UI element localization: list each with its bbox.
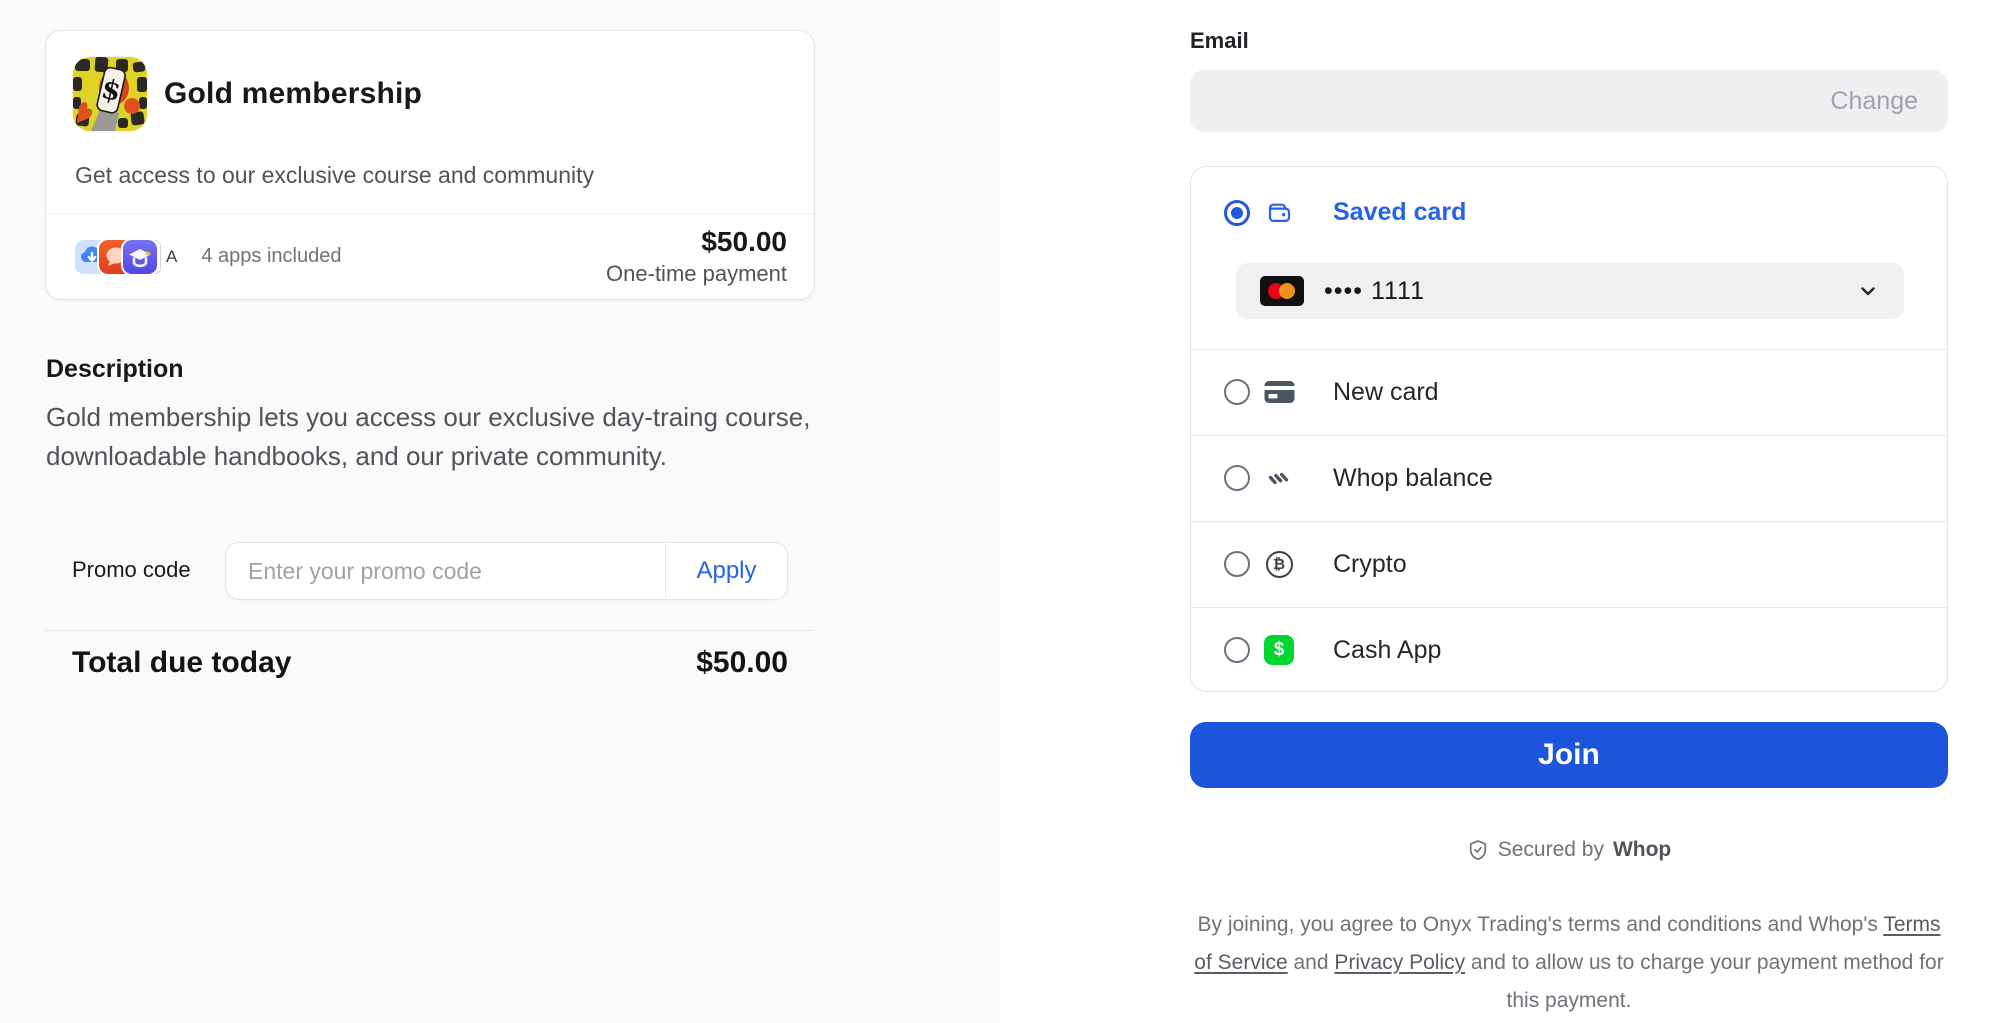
join-button[interactable]: Join — [1190, 722, 1948, 788]
total-divider — [45, 630, 813, 631]
course-app-icon — [123, 240, 157, 274]
total-label: Total due today — [72, 646, 291, 680]
legal-part2: and — [1288, 951, 1335, 974]
payment-methods-card: Saved card •••• 1111 — [1190, 166, 1948, 692]
product-price: $50.00 — [606, 226, 787, 258]
payment-option-cash-app[interactable]: $ Cash App — [1191, 607, 1947, 693]
payment-option-crypto[interactable]: ₿ Crypto — [1191, 521, 1947, 607]
description-body: Gold membership lets you access our excl… — [46, 398, 816, 476]
payment-option-label: Whop balance — [1333, 464, 1493, 493]
checkout-page: $ Gold membership Get access to our excl… — [0, 0, 2000, 1023]
whop-balance-radio[interactable] — [1224, 465, 1250, 491]
email-label: Email — [1190, 28, 1249, 54]
cashapp-icon: $ — [1263, 634, 1295, 666]
legal-part1: By joining, you agree to Onyx Trading's … — [1197, 913, 1883, 936]
bitcoin-icon: ₿ — [1263, 548, 1295, 580]
total-row: Total due today $50.00 — [72, 646, 788, 680]
cashapp-glyph: $ — [1274, 639, 1285, 661]
apps-count-label: 4 apps included — [201, 245, 341, 268]
payment-option-whop-balance[interactable]: Whop balance — [1191, 435, 1947, 521]
payment-option-label: Crypto — [1333, 550, 1407, 579]
description-heading: Description — [46, 355, 184, 384]
product-subtitle: Get access to our exclusive course and c… — [75, 162, 594, 189]
card-number: •••• 1111 — [1324, 277, 1425, 306]
credit-card-icon — [1263, 376, 1295, 408]
cash-app-radio[interactable] — [1224, 637, 1250, 663]
change-email-button[interactable]: Change — [1824, 70, 1924, 132]
saved-card-radio[interactable] — [1224, 200, 1250, 226]
payment-panel: Email Change Saved card — [1000, 0, 2000, 1023]
payment-option-new-card[interactable]: New card — [1191, 349, 1947, 435]
order-summary-panel: $ Gold membership Get access to our excl… — [0, 0, 1000, 1023]
payment-option-label: New card — [1333, 378, 1439, 407]
apply-promo-button[interactable]: Apply — [665, 543, 787, 599]
bitcoin-glyph: ₿ — [1273, 555, 1285, 573]
payment-option-saved-card[interactable]: Saved card — [1191, 167, 1947, 258]
product-title: Gold membership — [164, 77, 422, 111]
legal-part3: and to allow us to charge your payment m… — [1465, 951, 1944, 1012]
product-card: $ Gold membership Get access to our excl… — [45, 30, 815, 300]
whop-logo-icon — [1263, 462, 1295, 494]
crypto-radio[interactable] — [1224, 551, 1250, 577]
wallet-icon — [1263, 197, 1295, 229]
total-value: $50.00 — [696, 646, 788, 680]
secured-brand: Whop — [1613, 838, 1671, 862]
email-input[interactable] — [1190, 70, 1838, 132]
payment-type-label: One-time payment — [606, 261, 787, 287]
product-artwork-icon: $ — [73, 57, 147, 131]
chevron-down-icon — [1856, 279, 1880, 303]
apps-overflow-letter: A — [166, 247, 177, 267]
promo-code-label: Promo code — [72, 557, 191, 583]
saved-card-select[interactable]: •••• 1111 — [1236, 263, 1904, 319]
apps-price-row: A 4 apps included $50.00 One-time paymen… — [46, 214, 814, 299]
saved-card-label: Saved card — [1333, 198, 1466, 227]
mastercard-icon — [1260, 276, 1304, 306]
payment-option-label: Cash App — [1333, 636, 1441, 665]
app-icon-stack: A — [75, 240, 177, 274]
legal-text: By joining, you agree to Onyx Trading's … — [1190, 906, 1948, 1020]
secured-by-text: Secured by — [1498, 838, 1604, 862]
promo-code-input[interactable] — [226, 543, 665, 599]
new-card-radio[interactable] — [1224, 379, 1250, 405]
shield-check-icon — [1467, 839, 1489, 861]
privacy-policy-link[interactable]: Privacy Policy — [1334, 951, 1465, 974]
email-field: Change — [1190, 70, 1948, 132]
promo-code-box: Apply — [225, 542, 788, 600]
secured-by-row: Secured by Whop — [1190, 838, 1948, 862]
